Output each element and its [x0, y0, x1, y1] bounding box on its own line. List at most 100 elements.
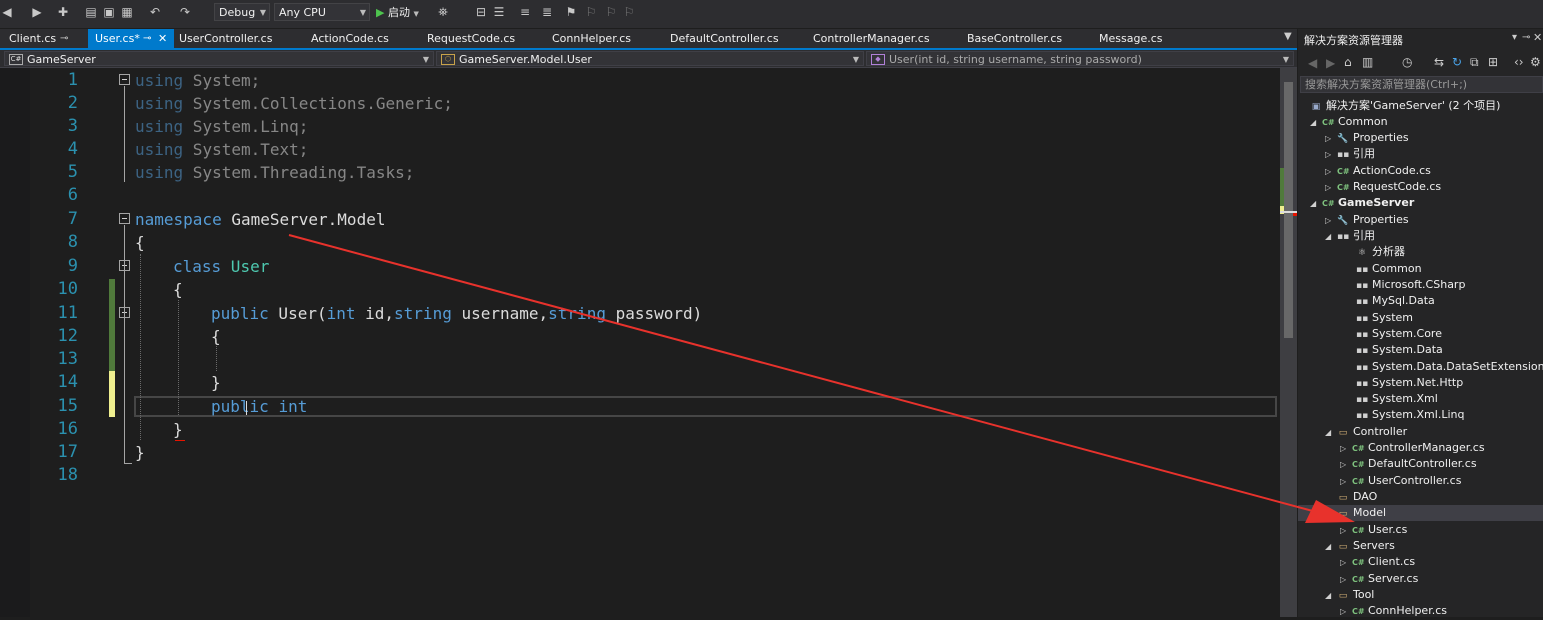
tree-item-reference[interactable]: ▪▪ MySql.Data: [1356, 293, 1435, 309]
collapse-all-icon[interactable]: ⧉: [1470, 55, 1479, 70]
prev-bookmark-icon[interactable]: ⚐: [584, 5, 598, 19]
tree-item-file[interactable]: ▷ C# DefaultController.cs: [1340, 456, 1477, 472]
tree-item-file[interactable]: ▷ C# Server.cs: [1340, 571, 1418, 587]
save-all-icon[interactable]: ▦: [120, 5, 134, 19]
tab-connhelper[interactable]: ConnHelper.cs: [543, 29, 653, 48]
tab-defaultcontroller[interactable]: DefaultController.cs: [661, 29, 801, 48]
collapsed-icon[interactable]: ▷: [1325, 180, 1337, 196]
tree-item-reference[interactable]: ▪▪ System.Xml.Linq: [1356, 407, 1464, 423]
open-folder-icon[interactable]: ▤: [84, 5, 98, 19]
tree-item-reference[interactable]: ▪▪ Common: [1356, 261, 1422, 277]
tree-item-reference[interactable]: ▪▪ System.Core: [1356, 326, 1442, 342]
tree-item-actioncode[interactable]: ▷ C# ActionCode.cs: [1325, 163, 1431, 179]
tree-item-gameserver[interactable]: ◢ C# GameServer: [1310, 195, 1414, 211]
tree-item-file[interactable]: ▷ C# Client.cs: [1340, 554, 1415, 570]
dropdown-icon[interactable]: ▾: [1512, 32, 1517, 43]
tree-item-reference[interactable]: ▪▪ System: [1356, 310, 1413, 326]
clear-bookmarks-icon[interactable]: ⚐: [622, 5, 636, 19]
expanded-icon[interactable]: ◢: [1325, 588, 1337, 604]
uncomment-icon[interactable]: ≣: [540, 5, 554, 19]
sync-icon[interactable]: ⇆: [1434, 55, 1444, 69]
expanded-icon[interactable]: ◢: [1325, 229, 1337, 245]
collapsed-icon[interactable]: ▷: [1340, 555, 1352, 571]
tree-item-references[interactable]: ▷ ▪▪ 引用: [1325, 146, 1375, 162]
show-all-files-icon[interactable]: ⊞: [1488, 55, 1498, 69]
refresh-icon[interactable]: ↻: [1452, 55, 1462, 69]
expanded-icon[interactable]: ◢: [1325, 506, 1337, 522]
start-button[interactable]: ▶ 启动 ▼: [376, 5, 419, 21]
tree-item-file[interactable]: ▷ C# User.cs: [1340, 522, 1407, 538]
tree-item-controller[interactable]: ◢ ▭ Controller: [1325, 424, 1407, 440]
tree-item-servers[interactable]: ◢ ▭ Servers: [1325, 538, 1395, 554]
collapsed-icon[interactable]: ▷: [1340, 523, 1352, 539]
platform-select[interactable]: Any CPU ▼: [274, 3, 370, 21]
pin-icon[interactable]: ⊸: [1522, 32, 1530, 43]
collapsed-icon[interactable]: ▷: [1325, 164, 1337, 180]
code-view-icon[interactable]: ‹›: [1514, 55, 1524, 69]
pin-icon[interactable]: ⊸: [60, 29, 68, 48]
redo-icon[interactable]: ↷: [178, 5, 192, 19]
collapsed-icon[interactable]: ▷: [1325, 131, 1337, 147]
format-icon[interactable]: ⊟: [474, 5, 488, 19]
properties-icon[interactable]: ⚙: [1530, 55, 1541, 69]
code-line[interactable]: public int: [211, 395, 307, 418]
tree-item-properties[interactable]: ▷ 🔧 Properties: [1325, 130, 1409, 146]
back-icon[interactable]: ◀: [1308, 56, 1317, 70]
tree-item-reference[interactable]: ▪▪ System.Data.DataSetExtensions: [1356, 359, 1543, 375]
forward-icon[interactable]: ▶: [30, 5, 44, 19]
tree-item-reference[interactable]: ▪▪ System.Xml: [1356, 391, 1438, 407]
tree-item-properties[interactable]: ▷ 🔧 Properties: [1325, 212, 1409, 228]
collapse-icon[interactable]: [119, 74, 130, 85]
tab-requestcode[interactable]: RequestCode.cs: [418, 29, 538, 48]
tab-overflow-icon[interactable]: ▼: [1284, 31, 1292, 42]
expanded-icon[interactable]: ◢: [1325, 539, 1337, 555]
view-switch-icon[interactable]: ▥: [1362, 55, 1373, 69]
member-dropdown[interactable]: ◆ User(int id, string username, string p…: [866, 51, 1294, 66]
indent-icon[interactable]: ☰: [492, 5, 506, 19]
tree-item-model[interactable]: ◢ ▭ Model: [1325, 505, 1386, 521]
forward-icon[interactable]: ▶: [1326, 56, 1335, 70]
collapsed-icon[interactable]: ▷: [1340, 441, 1352, 457]
tab-usercontroller[interactable]: UserController.cs: [170, 29, 290, 48]
close-icon[interactable]: ✕: [158, 29, 167, 48]
browser-link-icon[interactable]: ⛯: [436, 5, 450, 19]
collapse-icon[interactable]: [119, 213, 130, 224]
tree-item-tool[interactable]: ◢ ▭ Tool: [1325, 587, 1374, 603]
tab-client[interactable]: Client.cs ⊸: [0, 29, 85, 48]
tree-item-reference[interactable]: ▪▪ System.Data: [1356, 342, 1443, 358]
expanded-icon[interactable]: ◢: [1310, 196, 1322, 212]
tab-basecontroller[interactable]: BaseController.cs: [958, 29, 1088, 48]
tree-item-requestcode[interactable]: ▷ C# RequestCode.cs: [1325, 179, 1441, 195]
tree-item-references[interactable]: ◢ ▪▪ 引用: [1325, 228, 1375, 244]
new-project-icon[interactable]: ✚: [56, 5, 70, 19]
back-icon[interactable]: ◀: [0, 5, 14, 19]
tree-item-dao[interactable]: ▭ DAO: [1337, 489, 1378, 505]
editor-scrollbar[interactable]: [1280, 68, 1297, 617]
tab-message[interactable]: Message.cs: [1090, 29, 1190, 48]
bookmark-icon[interactable]: ⚑: [564, 5, 578, 19]
home-icon[interactable]: ⌂: [1344, 55, 1352, 69]
close-icon[interactable]: ✕: [1533, 31, 1542, 44]
solution-node[interactable]: ▣ 解决方案'GameServer' (2 个项目): [1310, 98, 1501, 114]
pending-changes-icon[interactable]: ◷: [1402, 55, 1412, 69]
expanded-icon[interactable]: ◢: [1325, 425, 1337, 441]
collapsed-icon[interactable]: ▷: [1340, 572, 1352, 588]
tree-item-reference[interactable]: ▪▪ System.Net.Http: [1356, 375, 1463, 391]
tab-controllermanager[interactable]: ControllerManager.cs: [804, 29, 949, 48]
comment-icon[interactable]: ≡: [518, 5, 532, 19]
collapsed-icon[interactable]: ▷: [1340, 457, 1352, 473]
solution-config-select[interactable]: Debug ▼: [214, 3, 270, 21]
tree-item-analyzer[interactable]: ⚛ 分析器: [1356, 244, 1405, 260]
type-dropdown[interactable]: ⬡ GameServer.Model.User ▼: [436, 51, 864, 66]
save-icon[interactable]: ▣: [102, 5, 116, 19]
collapsed-icon[interactable]: ▷: [1340, 604, 1352, 620]
pin-icon[interactable]: ⊸: [143, 29, 151, 48]
tree-item-common[interactable]: ◢ C# Common: [1310, 114, 1388, 130]
tree-item-file[interactable]: ▷ C# UserController.cs: [1340, 473, 1461, 489]
tree-item-file[interactable]: ▷ C# ControllerManager.cs: [1340, 440, 1485, 456]
collapsed-icon[interactable]: ▷: [1325, 147, 1337, 163]
project-dropdown[interactable]: C# GameServer ▼: [4, 51, 434, 66]
collapsed-icon[interactable]: ▷: [1325, 213, 1337, 229]
expanded-icon[interactable]: ◢: [1310, 115, 1322, 131]
collapsed-icon[interactable]: ▷: [1340, 474, 1352, 490]
